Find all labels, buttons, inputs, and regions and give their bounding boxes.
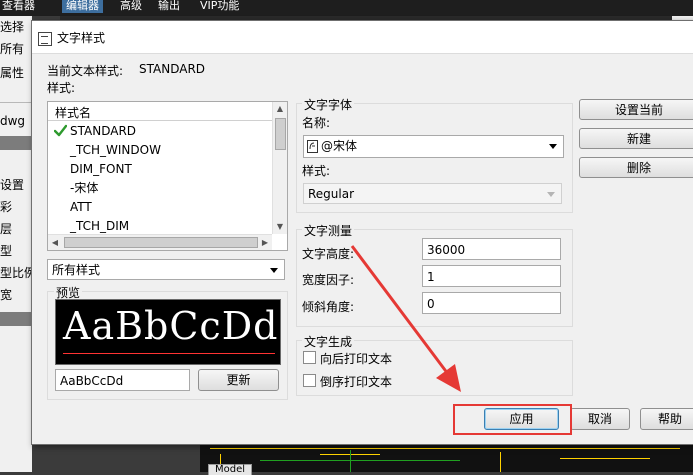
help-button[interactable]: 帮助 [640, 408, 693, 430]
list-vertical-scrollbar[interactable]: ▲ ▼ [272, 102, 287, 234]
left-panel-row[interactable]: 属性 [0, 64, 32, 84]
scroll-right-icon[interactable]: ▶ [258, 235, 272, 250]
text-style-dialog: 文字样式 当前文本样式: STANDARD 样式: 样式名 STANDARD _… [31, 20, 693, 445]
menu-vip[interactable]: VIP功能 [200, 0, 239, 13]
font-name-select[interactable]: @宋体 [303, 135, 564, 158]
text-height-input[interactable]: 36000 [422, 238, 561, 260]
menu-editor[interactable]: 编辑器 [62, 0, 103, 13]
app-left-panel: 选择 所有 属性 dwg 设置 彩 层 型 型比例 宽 [0, 16, 32, 472]
left-panel-row[interactable]: 层 [0, 220, 32, 240]
panel-divider [0, 136, 32, 150]
app-menubar: 查看器 编辑器 高级 输出 VIP功能 [0, 0, 693, 16]
scroll-thumb[interactable] [275, 118, 286, 150]
left-panel-row[interactable]: dwg [0, 114, 32, 134]
font-group-label: 文字字体 [302, 96, 355, 113]
model-tab[interactable]: Model [208, 464, 253, 475]
preview-sample-text: AaBbCcDd [63, 304, 279, 348]
backward-label: 向后打印文本 [320, 352, 393, 366]
current-style-label: 当前文本样式: [47, 64, 124, 78]
dialog-title: 文字样式 [57, 31, 106, 45]
upside-down-label: 倒序打印文本 [320, 375, 393, 389]
width-factor-input[interactable]: 1 [422, 265, 561, 287]
oblique-angle-label: 倾斜角度: [302, 300, 355, 314]
style-filter-select[interactable]: 所有样式 [47, 259, 285, 280]
left-panel-row[interactable]: 彩 [0, 198, 32, 218]
drawing-line [210, 448, 680, 449]
left-panel-row[interactable]: 型 [0, 242, 32, 262]
set-current-button[interactable]: 设置当前 [579, 99, 693, 120]
menu-output[interactable]: 输出 [158, 0, 180, 13]
measure-group-label: 文字测量 [302, 222, 355, 239]
dialog-titlebar[interactable]: 文字样式 [32, 21, 693, 54]
update-button[interactable]: 更新 [198, 369, 279, 391]
preview-baseline [63, 353, 275, 354]
divider [0, 102, 32, 103]
list-header[interactable]: 样式名 [48, 102, 272, 121]
chevron-down-icon [547, 192, 555, 197]
preview-text-input[interactable]: AaBbCcDd [55, 369, 190, 391]
scroll-up-icon[interactable]: ▲ [273, 102, 287, 116]
delete-button[interactable]: 删除 [579, 157, 693, 178]
left-panel-row[interactable]: 选择 [0, 18, 32, 38]
drawing-line [560, 458, 650, 459]
left-panel-row[interactable]: 宽 [0, 286, 32, 306]
generation-group-label: 文字生成 [302, 333, 355, 350]
list-header-label: 样式名 [55, 106, 92, 120]
font-name-value: @宋体 [321, 139, 358, 153]
drawing-line [350, 450, 351, 472]
left-panel-row[interactable]: 设置 [0, 176, 32, 196]
style-list[interactable]: 样式名 STANDARD _TCH_WINDOW DIM_FONT -宋体 AT… [47, 101, 288, 251]
new-button[interactable]: 新建 [579, 128, 693, 149]
drawing-line [500, 452, 501, 472]
style-filter-value: 所有样式 [52, 263, 101, 277]
styles-label: 样式: [47, 81, 76, 95]
list-item[interactable]: _TCH_DIM [70, 217, 129, 235]
preview-canvas: AaBbCcDd [55, 299, 281, 365]
font-file-icon [307, 140, 318, 153]
font-style-select[interactable]: Regular [303, 183, 562, 204]
list-item[interactable]: ATT [70, 198, 92, 216]
upside-down-checkbox[interactable] [303, 374, 316, 387]
menu-advanced[interactable]: 高级 [120, 0, 142, 13]
scroll-down-icon[interactable]: ▼ [273, 220, 287, 234]
scroll-thumb[interactable] [64, 237, 258, 248]
cancel-button[interactable]: 取消 [570, 408, 630, 430]
list-item[interactable]: _TCH_WINDOW [70, 141, 161, 159]
panel-divider [0, 312, 32, 326]
list-item[interactable]: -宋体 [70, 179, 98, 197]
apply-highlight-box [453, 404, 572, 435]
backward-checkbox[interactable] [303, 351, 316, 364]
list-item[interactable]: STANDARD [70, 122, 136, 140]
width-factor-label: 宽度因子: [302, 273, 355, 287]
current-style-value: STANDARD [139, 62, 206, 76]
menu-viewer[interactable]: 查看器 [2, 0, 35, 13]
chevron-down-icon [270, 268, 278, 273]
left-panel-row[interactable]: 所有 [0, 40, 32, 60]
scroll-left-icon[interactable]: ◀ [48, 235, 62, 250]
oblique-angle-input[interactable]: 0 [422, 292, 561, 314]
left-panel-row[interactable]: 型比例 [0, 264, 32, 284]
font-name-label: 名称: [302, 116, 331, 130]
dialog-icon [38, 32, 52, 46]
drawing-line [260, 460, 460, 461]
font-style-value: Regular [308, 187, 355, 201]
font-style-label: 样式: [302, 164, 331, 178]
list-item[interactable]: DIM_FONT [70, 160, 132, 178]
chevron-down-icon [549, 144, 557, 149]
text-height-label: 文字高度: [302, 247, 355, 261]
list-horizontal-scrollbar[interactable]: ◀ ▶ [48, 234, 272, 250]
check-icon [54, 124, 67, 137]
